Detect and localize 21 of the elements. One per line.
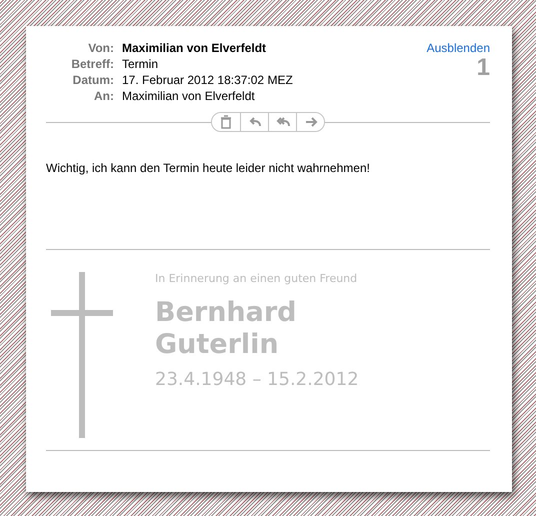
field-label: Von: (87, 40, 114, 56)
trash-icon (219, 115, 233, 129)
life-dates: 23.4.1948 – 15.2.2012 (155, 369, 359, 390)
message-count: 1 (476, 56, 490, 80)
field-label: Betreff: (70, 56, 114, 72)
first-name: Bernhard (155, 297, 298, 329)
sender-name: Maximilian von Elverfeldt (122, 40, 268, 56)
field-label: An: (93, 88, 114, 104)
field-value: Maximilian von Elverfeldt (122, 88, 256, 104)
reply-all-icon (276, 115, 290, 129)
message-body: Wichtig, ich kann den Termin heute leider nicht wahrnehmen! (46, 160, 371, 176)
reply-icon (248, 115, 262, 129)
field-label: Datum: (72, 72, 114, 88)
arrow-right-icon (304, 115, 318, 129)
field-value: Termin (122, 56, 160, 72)
last-name: Guterlin (155, 329, 280, 361)
cross-icon (51, 272, 115, 438)
dedication: In Erinnerung an einen guten Freund (155, 272, 358, 285)
hide-link[interactable]: Ausblenden (426, 40, 490, 56)
forward-button[interactable] (296, 113, 324, 131)
field-value: 17. Februar 2012 18:37:02 MEZ (122, 72, 293, 88)
